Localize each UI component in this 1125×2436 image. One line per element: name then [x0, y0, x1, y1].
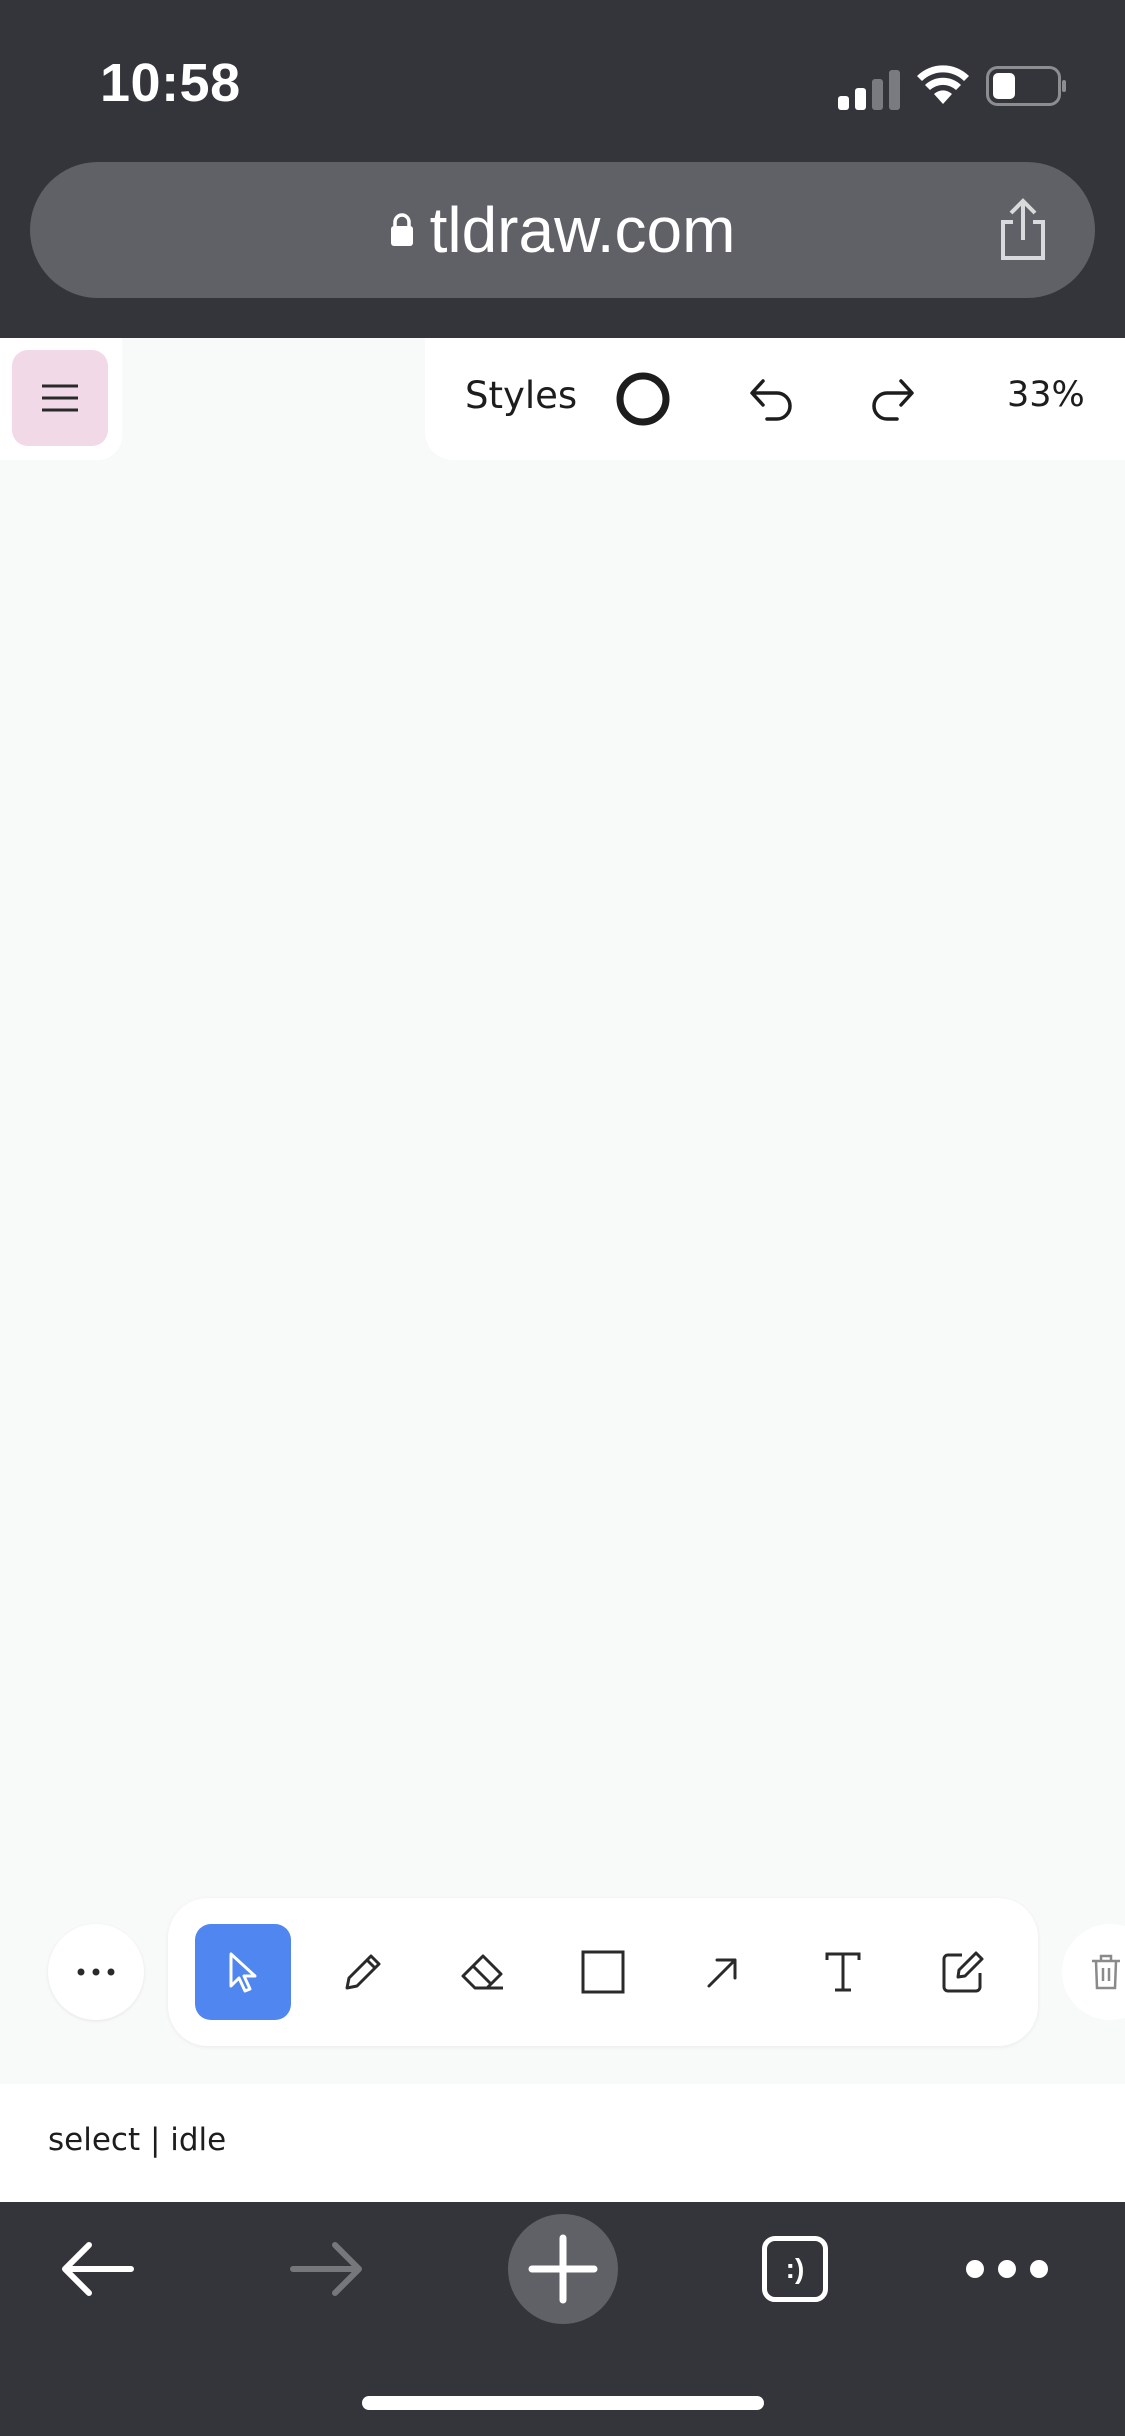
back-button[interactable]: [42, 2214, 152, 2324]
back-arrow-icon: [62, 2242, 134, 2296]
forward-button[interactable]: [272, 2214, 382, 2324]
eraser-icon: [461, 1954, 503, 1990]
text-tool-button[interactable]: [795, 1924, 891, 2020]
tabs-icon: :): [762, 2236, 828, 2302]
debug-state-bar: select | idle: [0, 2084, 1125, 2202]
wifi-icon: [917, 65, 969, 104]
more-dots-icon: [966, 2260, 1048, 2278]
cellular-signal-icon: [838, 66, 902, 110]
tldraw-mobile-page: 10:58 tldraw.com Styles 33% select | idl…: [0, 0, 1125, 2436]
forward-arrow-icon: [290, 2242, 362, 2296]
new-tab-button[interactable]: [508, 2214, 618, 2324]
main-menu-button[interactable]: [12, 350, 108, 446]
redo-icon[interactable]: [865, 371, 921, 427]
tool-toolbar: [168, 1898, 1038, 2046]
pencil-icon: [345, 1954, 381, 1990]
more-tools-button[interactable]: [48, 1924, 144, 2020]
style-panel: Styles 33%: [425, 338, 1125, 460]
delete-button[interactable]: [1062, 1924, 1125, 2020]
eraser-tool-button[interactable]: [435, 1924, 531, 2020]
more-horizontal-icon: [77, 1968, 115, 1976]
tabs-glyph: :): [785, 2253, 805, 2284]
battery-icon: [986, 66, 1066, 106]
select-tool-button[interactable]: [195, 1924, 291, 2020]
arrow-icon: [707, 1958, 737, 1988]
arrow-tool-button[interactable]: [675, 1924, 771, 2020]
zoom-level[interactable]: 33%: [1007, 375, 1085, 415]
share-icon[interactable]: [995, 198, 1051, 262]
url-domain: tldraw.com: [429, 194, 736, 266]
browser-more-button[interactable]: [952, 2214, 1062, 2324]
style-circle-icon[interactable]: [615, 371, 671, 427]
trash-icon: [1092, 1954, 1120, 1990]
rectangle-icon: [581, 1950, 625, 1994]
tool-state-text: select | idle: [48, 2122, 227, 2158]
rectangle-tool-button[interactable]: [555, 1924, 651, 2020]
styles-button[interactable]: Styles: [465, 374, 577, 417]
note-edit-icon: [942, 1951, 984, 1993]
cursor-icon: [229, 1952, 257, 1993]
main-menu-panel: [0, 338, 122, 460]
url-display: tldraw.com: [30, 162, 1095, 298]
new-tab-plus-icon: [528, 2234, 598, 2304]
browser-top-chrome: 10:58 tldraw.com: [0, 0, 1125, 338]
text-icon: [825, 1952, 861, 1992]
note-tool-button[interactable]: [915, 1924, 1011, 2020]
tabs-button[interactable]: :): [740, 2214, 850, 2324]
status-time: 10:58: [100, 53, 241, 113]
hamburger-menu-icon: [42, 384, 78, 412]
lock-icon: [390, 213, 413, 246]
undo-icon[interactable]: [743, 371, 799, 427]
drawing-canvas[interactable]: [0, 460, 1125, 1890]
draw-tool-button[interactable]: [315, 1924, 411, 2020]
home-indicator[interactable]: [362, 2396, 764, 2410]
url-bar[interactable]: tldraw.com: [30, 162, 1095, 298]
